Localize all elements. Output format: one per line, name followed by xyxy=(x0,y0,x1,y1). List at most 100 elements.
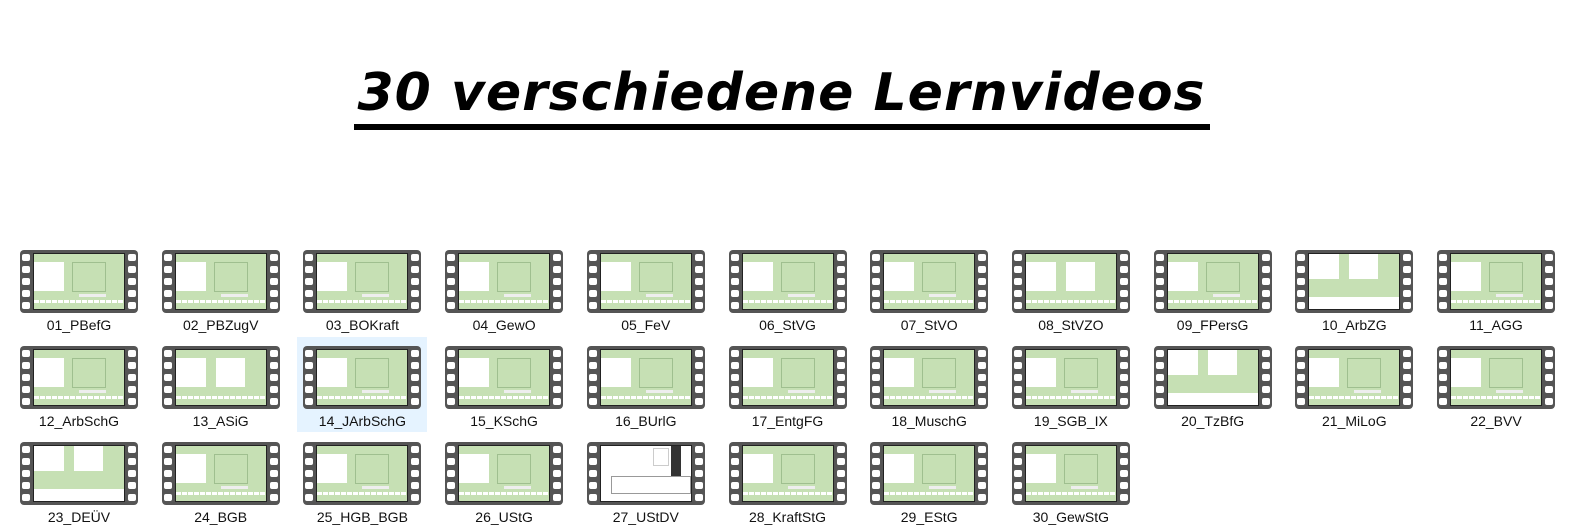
slide-preview xyxy=(174,445,267,502)
video-file-item[interactable]: 12_ArbSchG xyxy=(14,337,144,432)
video-file-item[interactable]: 21_MiLoG xyxy=(1289,337,1419,432)
video-file-name: 03_BOKraft xyxy=(325,317,399,333)
page-title-text: 30 verschiedene Lernvideos xyxy=(353,62,1210,130)
video-film-thumbnail-icon xyxy=(1011,442,1130,505)
video-film-thumbnail-icon xyxy=(586,346,705,409)
video-film-thumbnail-icon xyxy=(728,250,847,313)
video-film-thumbnail-icon xyxy=(161,442,280,505)
video-file-name: 22_BVV xyxy=(1470,413,1522,429)
slide-preview xyxy=(741,349,834,406)
video-file-name: 18_MuschG xyxy=(891,413,967,429)
video-film-thumbnail-icon xyxy=(303,250,422,313)
video-file-item[interactable]: 08_StVZO xyxy=(1006,241,1136,336)
video-file-item[interactable]: 02_PBZugV xyxy=(156,241,286,336)
video-file-item[interactable]: 25_HGB_BGB xyxy=(297,433,427,528)
video-film-thumbnail-icon xyxy=(1295,250,1414,313)
video-film-thumbnail-icon xyxy=(303,346,422,409)
slide-preview xyxy=(174,349,267,406)
slide-preview xyxy=(174,253,267,310)
video-file-item[interactable]: 07_StVO xyxy=(864,241,994,336)
video-file-item[interactable]: 01_PBefG xyxy=(14,241,144,336)
video-film-thumbnail-icon xyxy=(20,346,138,409)
video-file-name: 19_SGB_IX xyxy=(1033,413,1108,429)
video-file-name: 17_EntgFG xyxy=(751,413,824,429)
slide-preview xyxy=(1024,445,1117,502)
video-file-name: 24_BGB xyxy=(194,509,248,525)
video-file-item[interactable]: 22_BVV xyxy=(1431,337,1561,432)
video-file-name: 21_MiLoG xyxy=(1322,413,1387,429)
video-file-name: 16_BUrlG xyxy=(615,413,677,429)
video-film-thumbnail-icon xyxy=(303,442,422,505)
video-film-thumbnail-icon xyxy=(1011,250,1130,313)
slide-preview xyxy=(33,445,125,502)
video-file-item[interactable]: 29_EStG xyxy=(864,433,994,528)
slide-preview xyxy=(1308,253,1401,310)
video-file-item[interactable]: 11_AGG xyxy=(1431,241,1561,336)
video-file-name: 15_KSchG xyxy=(470,413,538,429)
video-file-item[interactable]: 15_KSchG xyxy=(439,337,569,432)
slide-preview xyxy=(883,349,976,406)
slide-preview xyxy=(741,253,834,310)
video-film-thumbnail-icon xyxy=(728,346,847,409)
video-film-thumbnail-icon xyxy=(1153,346,1272,409)
video-file-name: 25_HGB_BGB xyxy=(316,509,408,525)
video-film-thumbnail-icon xyxy=(445,250,564,313)
video-file-item[interactable]: 16_BUrlG xyxy=(581,337,711,432)
slide-preview xyxy=(599,349,692,406)
video-film-thumbnail-icon xyxy=(161,346,280,409)
video-file-item[interactable]: 13_ASiG xyxy=(156,337,286,432)
video-file-name: 27_UStDV xyxy=(612,509,679,525)
video-file-item[interactable]: 10_ArbZG xyxy=(1289,241,1419,336)
video-file-item[interactable]: 27_UStDV xyxy=(581,433,711,528)
video-file-item[interactable]: 03_BOKraft xyxy=(297,241,427,336)
video-file-item[interactable]: 28_KraftStG xyxy=(723,433,853,528)
video-film-thumbnail-icon xyxy=(1437,250,1555,313)
video-film-thumbnail-icon xyxy=(870,346,989,409)
slide-preview xyxy=(599,253,692,310)
video-file-item[interactable]: 23_DEÜV xyxy=(14,433,144,528)
video-file-item[interactable]: 24_BGB xyxy=(156,433,286,528)
slide-preview xyxy=(883,253,976,310)
video-file-name: 05_FeV xyxy=(621,317,671,333)
slide-preview xyxy=(741,445,834,502)
video-film-thumbnail-icon xyxy=(1437,346,1555,409)
video-file-name: 14_JArbSchG xyxy=(318,413,406,429)
video-file-item[interactable]: 26_UStG xyxy=(439,433,569,528)
video-file-item[interactable]: 18_MuschG xyxy=(864,337,994,432)
slide-preview xyxy=(33,349,125,406)
slide-preview xyxy=(33,253,125,310)
video-film-thumbnail-icon xyxy=(586,250,705,313)
video-file-item[interactable]: 19_SGB_IX xyxy=(1006,337,1136,432)
video-file-name: 12_ArbSchG xyxy=(38,413,120,429)
video-file-name: 04_GewO xyxy=(472,317,536,333)
video-film-thumbnail-icon xyxy=(20,442,138,505)
video-file-item[interactable]: 05_FeV xyxy=(581,241,711,336)
video-file-item[interactable]: 09_FPersG xyxy=(1148,241,1278,336)
video-film-thumbnail-icon xyxy=(586,442,705,505)
slide-preview xyxy=(1450,253,1542,310)
video-file-item[interactable]: 14_JArbSchG xyxy=(297,337,428,432)
video-file-name: 07_StVO xyxy=(900,317,958,333)
slide-preview xyxy=(316,445,409,502)
video-file-name: 02_PBZugV xyxy=(182,317,259,333)
video-file-item[interactable]: 20_TzBfG xyxy=(1148,337,1278,432)
slide-preview xyxy=(1024,253,1117,310)
slide-preview xyxy=(458,445,551,502)
video-file-item[interactable]: 06_StVG xyxy=(723,241,853,336)
video-file-item[interactable]: 30_GewStG xyxy=(1006,433,1136,528)
video-file-name: 06_StVG xyxy=(759,317,816,333)
slide-preview xyxy=(1024,349,1117,406)
video-film-thumbnail-icon xyxy=(445,346,564,409)
video-file-name: 29_EStG xyxy=(900,509,958,525)
video-file-name: 10_ArbZG xyxy=(1322,317,1387,333)
video-film-thumbnail-icon xyxy=(445,442,564,505)
slide-preview xyxy=(1166,253,1259,310)
video-film-thumbnail-icon xyxy=(1011,346,1130,409)
video-file-item[interactable]: 17_EntgFG xyxy=(723,337,853,432)
video-file-name: 13_ASiG xyxy=(192,413,249,429)
video-file-item[interactable]: 04_GewO xyxy=(439,241,569,336)
video-film-thumbnail-icon xyxy=(20,250,138,313)
page-title: 30 verschiedene Lernvideos xyxy=(0,62,1563,130)
slide-preview xyxy=(316,253,409,310)
video-film-thumbnail-icon xyxy=(1153,250,1272,313)
